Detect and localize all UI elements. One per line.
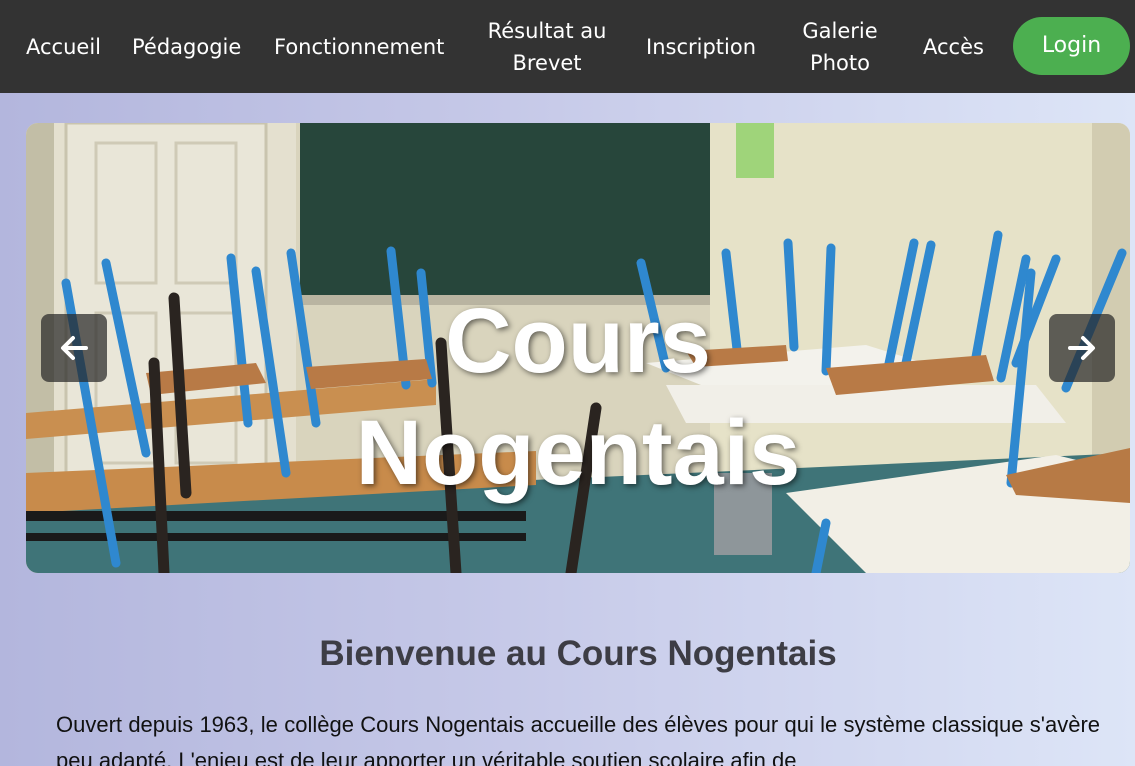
hero-title-line-1: Cours bbox=[445, 290, 711, 392]
welcome-heading: Bienvenue au Cours Nogentais bbox=[319, 634, 837, 673]
nav-item-fonctionnement[interactable]: Fonctionnement bbox=[274, 31, 444, 63]
login-button[interactable]: Login bbox=[1013, 17, 1130, 75]
hero-title-line-2: Nogentais bbox=[355, 402, 801, 504]
nav-item-inscription[interactable]: Inscription bbox=[646, 31, 756, 63]
top-navbar: Accueil Pédagogie Fonctionnement Résulta… bbox=[0, 0, 1135, 93]
hero-title: Cours Nogentais bbox=[26, 285, 1130, 509]
carousel-next-button[interactable] bbox=[1049, 314, 1115, 382]
nav-item-acces[interactable]: Accès bbox=[923, 31, 984, 63]
intro-paragraph: Ouvert depuis 1963, le collège Cours Nog… bbox=[56, 712, 1100, 766]
arrow-right-icon bbox=[1068, 336, 1095, 360]
nav-item-pedagogie[interactable]: Pédagogie bbox=[132, 31, 241, 63]
nav-item-resultat-brevet[interactable]: Résultat au Brevet bbox=[482, 15, 612, 79]
carousel-prev-button[interactable] bbox=[41, 314, 107, 382]
nav-item-galerie-photo[interactable]: Galerie Photo bbox=[792, 15, 888, 79]
arrow-left-icon bbox=[61, 336, 88, 360]
hero-carousel: Cours Nogentais bbox=[26, 123, 1130, 573]
nav-item-accueil[interactable]: Accueil bbox=[26, 31, 101, 63]
